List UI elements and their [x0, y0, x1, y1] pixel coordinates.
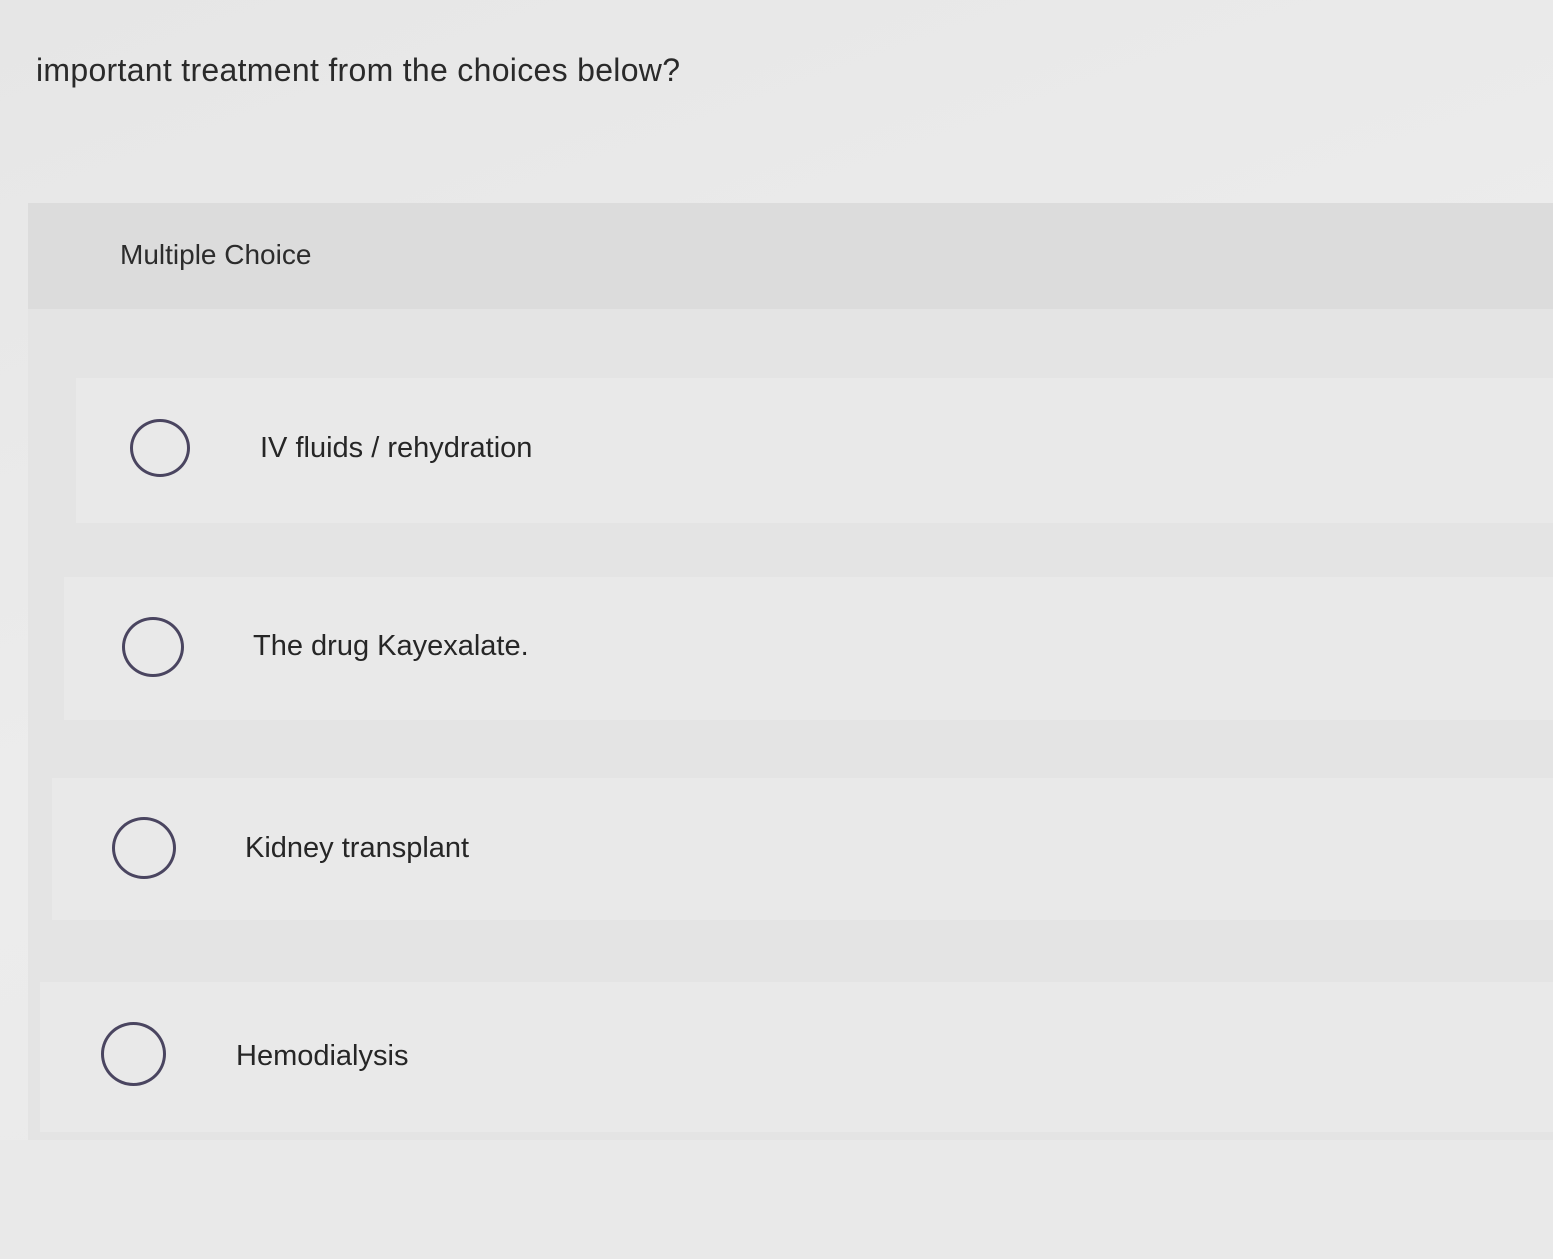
- question-text: important treatment from the choices bel…: [36, 52, 681, 88]
- choice-option-hemodialysis[interactable]: Hemodialysis: [40, 982, 1553, 1132]
- choice-option-iv-fluids[interactable]: IV fluids / rehydration: [76, 378, 1553, 523]
- choice-label[interactable]: Hemodialysis: [236, 1040, 408, 1073]
- choice-label[interactable]: IV fluids / rehydration: [260, 432, 532, 465]
- radio-button-icon[interactable]: [122, 617, 184, 677]
- choice-label[interactable]: The drug Kayexalate.: [253, 630, 529, 663]
- choice-option-kayexalate[interactable]: The drug Kayexalate.: [64, 577, 1553, 720]
- multiple-choice-header: Multiple Choice: [28, 203, 1553, 309]
- choice-option-kidney-transplant[interactable]: Kidney transplant: [52, 778, 1553, 920]
- choice-label[interactable]: Kidney transplant: [245, 832, 469, 865]
- radio-button-icon[interactable]: [101, 1022, 166, 1086]
- radio-button-icon[interactable]: [130, 419, 190, 477]
- quiz-page: important treatment from the choices bel…: [0, 0, 1553, 1259]
- page-bottom-area: [0, 1140, 1553, 1259]
- radio-button-icon[interactable]: [112, 817, 176, 879]
- multiple-choice-label: Multiple Choice: [120, 239, 312, 270]
